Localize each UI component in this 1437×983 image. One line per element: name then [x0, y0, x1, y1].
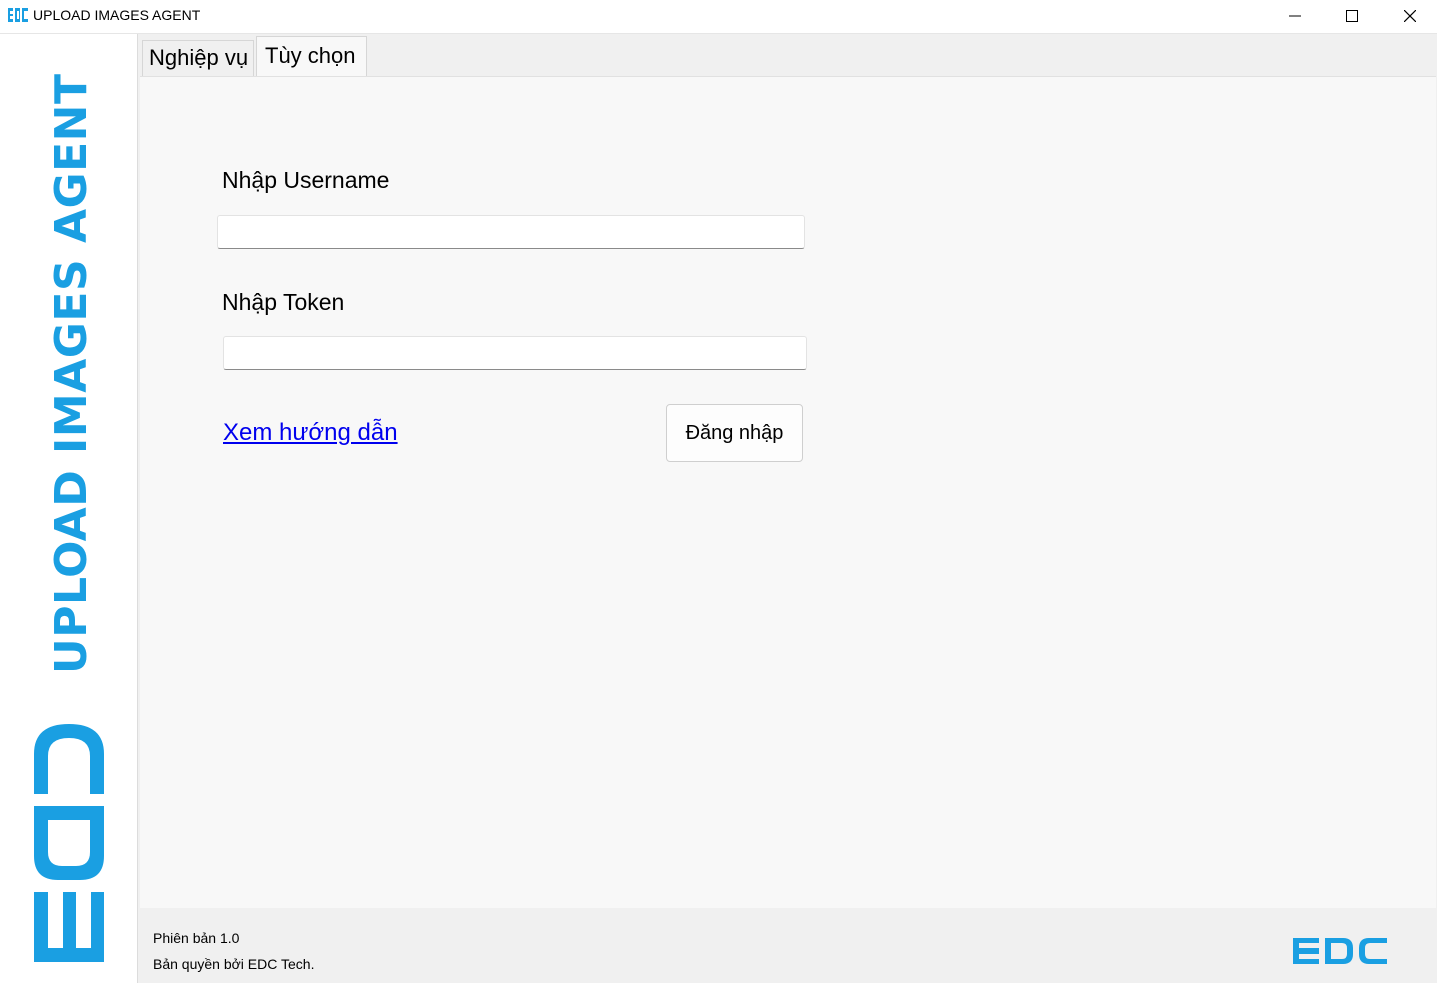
sidebar: UPLOAD IMAGES AGENT [0, 34, 137, 983]
login-button[interactable]: Đăng nhập [666, 404, 803, 462]
token-label: Nhập Token [222, 289, 345, 315]
copyright-text: Bản quyền bởi EDC Tech. [153, 956, 315, 972]
sidebar-vertical-title: UPLOAD IMAGES AGENT [46, 73, 97, 674]
footer: Phiên bản 1.0 Bản quyền bởi EDC Tech. [138, 908, 1437, 983]
title-bar: UPLOAD IMAGES AGENT [0, 0, 1437, 34]
version-text: Phiên bản 1.0 [153, 930, 240, 946]
guide-link[interactable]: Xem hướng dẫn [223, 419, 398, 447]
tab-nghiep-vu[interactable]: Nghiệp vụ [142, 40, 254, 76]
tab-tuy-chon[interactable]: Tùy chọn [256, 36, 367, 76]
window-title: UPLOAD IMAGES AGENT [33, 7, 201, 23]
minimize-icon [1289, 15, 1301, 17]
username-input[interactable] [217, 215, 805, 249]
username-label: Nhập Username [222, 167, 390, 193]
maximize-button[interactable] [1323, 0, 1381, 32]
edc-logo [34, 724, 104, 962]
minimize-button[interactable] [1266, 0, 1324, 32]
maximize-icon [1346, 10, 1358, 22]
tab-panel: Nhập Username Nhập Token Xem hướng dẫn Đ… [140, 76, 1436, 908]
main-area: Nghiệp vụ Tùy chọn Nhập Username Nhập To… [137, 34, 1437, 983]
close-icon [1404, 10, 1416, 22]
token-input[interactable] [223, 336, 807, 370]
edc-app-icon [8, 8, 28, 22]
edc-footer-logo [1293, 938, 1387, 964]
close-button[interactable] [1381, 0, 1437, 32]
